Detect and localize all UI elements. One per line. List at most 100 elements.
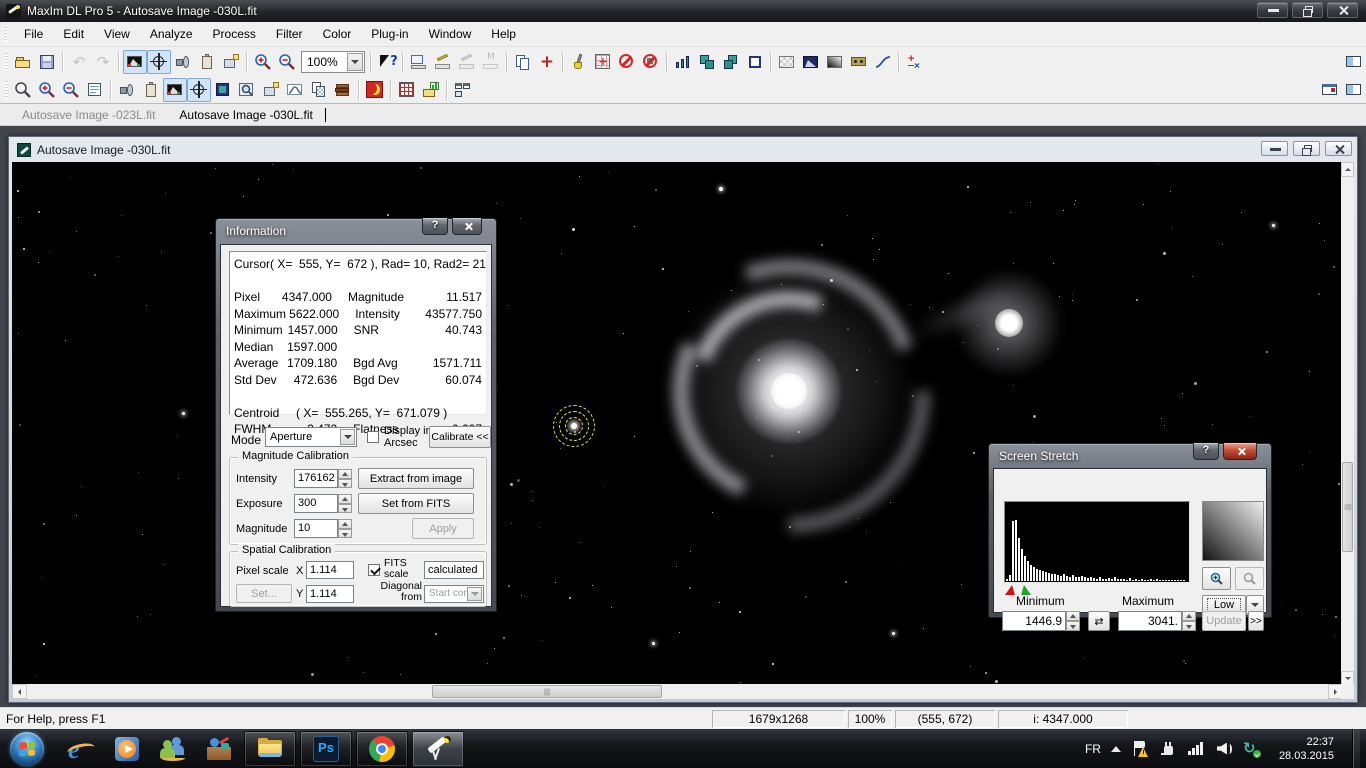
doc-close-button[interactable] (1325, 141, 1352, 156)
context-help-button[interactable]: ? (375, 50, 399, 74)
minimum-input[interactable]: 1446.9 (1002, 611, 1066, 631)
mag-ruler-button[interactable]: M (479, 50, 503, 74)
intensity-input[interactable]: 176162 (294, 469, 338, 488)
show-hidden-icons-button[interactable] (1111, 746, 1121, 752)
magnitude-input[interactable]: 10 (294, 519, 338, 538)
taskbar-internet-explorer[interactable]: e (58, 730, 104, 768)
graph-bars-button[interactable] (671, 50, 695, 74)
curve-panel-button[interactable] (283, 78, 307, 102)
scroll-up-button[interactable] (1341, 162, 1354, 177)
close-button[interactable] (1327, 2, 1358, 18)
plus-minus-button[interactable]: +× (903, 50, 927, 74)
taskbar-chrome[interactable] (356, 731, 408, 767)
menu-analyze[interactable]: Analyze (140, 24, 203, 44)
night-vision-button[interactable] (115, 78, 139, 102)
horizontal-scrollbar[interactable] (12, 684, 1343, 699)
tile-windows-button[interactable] (451, 78, 475, 102)
zoom-out-button[interactable] (275, 50, 299, 74)
gradient-box-button[interactable] (823, 50, 847, 74)
taskbar-clock[interactable]: 22:37 28.03.2015 (1271, 735, 1342, 763)
preview-mag-button[interactable] (235, 78, 259, 102)
set-button[interactable]: Set... (236, 584, 292, 603)
zoom-in-button[interactable] (35, 78, 59, 102)
taskbar-messenger[interactable] (150, 730, 196, 768)
sync-icon[interactable]: ↻ (1243, 740, 1261, 758)
scroll-left-button[interactable] (12, 684, 27, 699)
clipboard-button[interactable] (139, 78, 163, 102)
curve-line-button[interactable] (871, 50, 895, 74)
pin-panel-button[interactable] (1318, 78, 1342, 102)
toolbar-grip[interactable] (2, 78, 11, 102)
grid-red-button[interactable] (395, 78, 419, 102)
power-plug-icon[interactable] (1159, 740, 1177, 758)
pixel-scale-x-input[interactable]: 1.114 (306, 561, 354, 579)
dual-pane-button[interactable] (1342, 78, 1366, 102)
show-desktop-button[interactable] (1352, 729, 1360, 768)
menu-color[interactable]: Color (313, 24, 362, 44)
exposure-input[interactable]: 300 (294, 494, 338, 513)
aperture-crosshair-button[interactable] (187, 78, 211, 102)
vertical-scrollbar[interactable] (1341, 162, 1354, 686)
frame-square-button[interactable] (743, 50, 767, 74)
tab-autosave-023[interactable]: Autosave Image -023L.fit (10, 106, 167, 124)
swap-min-max-button[interactable]: ⇄ (1088, 611, 1110, 631)
exposure-spinner[interactable] (338, 494, 352, 513)
menu-window[interactable]: Window (419, 24, 482, 44)
taskbar-games-box[interactable] (196, 730, 242, 768)
histogram-zoom-in-button[interactable] (1202, 567, 1231, 590)
dual-pane-button[interactable] (1342, 50, 1366, 74)
undo-button[interactable]: ↶ (67, 50, 91, 74)
screen-stretch-button[interactable] (163, 78, 187, 102)
menu-filter[interactable]: Filter (266, 24, 313, 44)
document-title-bar[interactable]: Autosave Image -030L.fit (9, 137, 1357, 162)
histogram-box-button[interactable] (799, 50, 823, 74)
menu-help[interactable]: Help (481, 24, 526, 44)
taskbar-photoshop[interactable]: Ps (300, 731, 352, 767)
aperture-crosshair-button[interactable] (147, 50, 171, 74)
measure-ruler-2-button[interactable] (455, 50, 479, 74)
toolbar-grip[interactable] (2, 50, 11, 74)
horizontal-scroll-thumb[interactable] (432, 685, 662, 698)
apply-button[interactable]: Apply (412, 518, 474, 539)
info-panel-button[interactable] (83, 78, 107, 102)
copy-button[interactable] (511, 50, 535, 74)
taskbar-media-player[interactable] (104, 730, 150, 768)
info-ruler-button[interactable] (407, 50, 431, 74)
minimize-button[interactable] (1257, 2, 1288, 18)
info-help-button[interactable]: ? (422, 218, 448, 235)
doc-restore-button[interactable] (1293, 141, 1320, 156)
action-center-flag-icon[interactable] (1131, 740, 1149, 758)
menu-plugin[interactable]: Plug-in (361, 24, 418, 44)
extract-from-image-button[interactable]: Extract from image (358, 468, 474, 489)
folder-chart-button[interactable] (419, 78, 443, 102)
menu-process[interactable]: Process (203, 24, 266, 44)
levels-box-button[interactable] (847, 50, 871, 74)
moon-red-button[interactable] (363, 78, 387, 102)
taskbar-maxim-dl[interactable] (412, 731, 464, 767)
clean-brush-button[interactable] (567, 50, 591, 74)
restore-button[interactable] (1292, 2, 1323, 18)
vertical-scroll-thumb[interactable] (1342, 462, 1353, 552)
histogram-zoom-out-button[interactable] (1235, 567, 1264, 590)
hot-pixel-grid-button[interactable]: + (591, 50, 615, 74)
checker-box-button[interactable] (775, 50, 799, 74)
ban-circle-button[interactable] (615, 50, 639, 74)
taskbar-windows-explorer[interactable] (244, 731, 296, 767)
pixel-scale-y-input[interactable]: 1.114 (306, 585, 354, 603)
minimum-spinner[interactable] (1066, 611, 1080, 631)
speaker-icon[interactable] (1215, 740, 1233, 758)
copy-stack-button[interactable] (307, 78, 331, 102)
diagonal-dropdown-button[interactable] (467, 587, 482, 601)
doc-minimize-button[interactable] (1261, 141, 1288, 156)
zoom-level-combobox[interactable]: 100% (301, 51, 365, 73)
tab-autosave-030[interactable]: Autosave Image -030L.fit (167, 106, 324, 124)
maximum-spinner[interactable] (1182, 611, 1196, 631)
menu-file[interactable]: File (14, 24, 53, 44)
arcsec-checkbox[interactable] (367, 431, 379, 443)
measure-ruler-button[interactable] (431, 50, 455, 74)
zoom-dropdown-button[interactable] (347, 53, 363, 71)
stretch-close-button[interactable] (1223, 443, 1257, 460)
menu-view[interactable]: View (94, 24, 140, 44)
tile-squares-button[interactable] (695, 50, 719, 74)
magnifier-button[interactable] (11, 78, 35, 102)
